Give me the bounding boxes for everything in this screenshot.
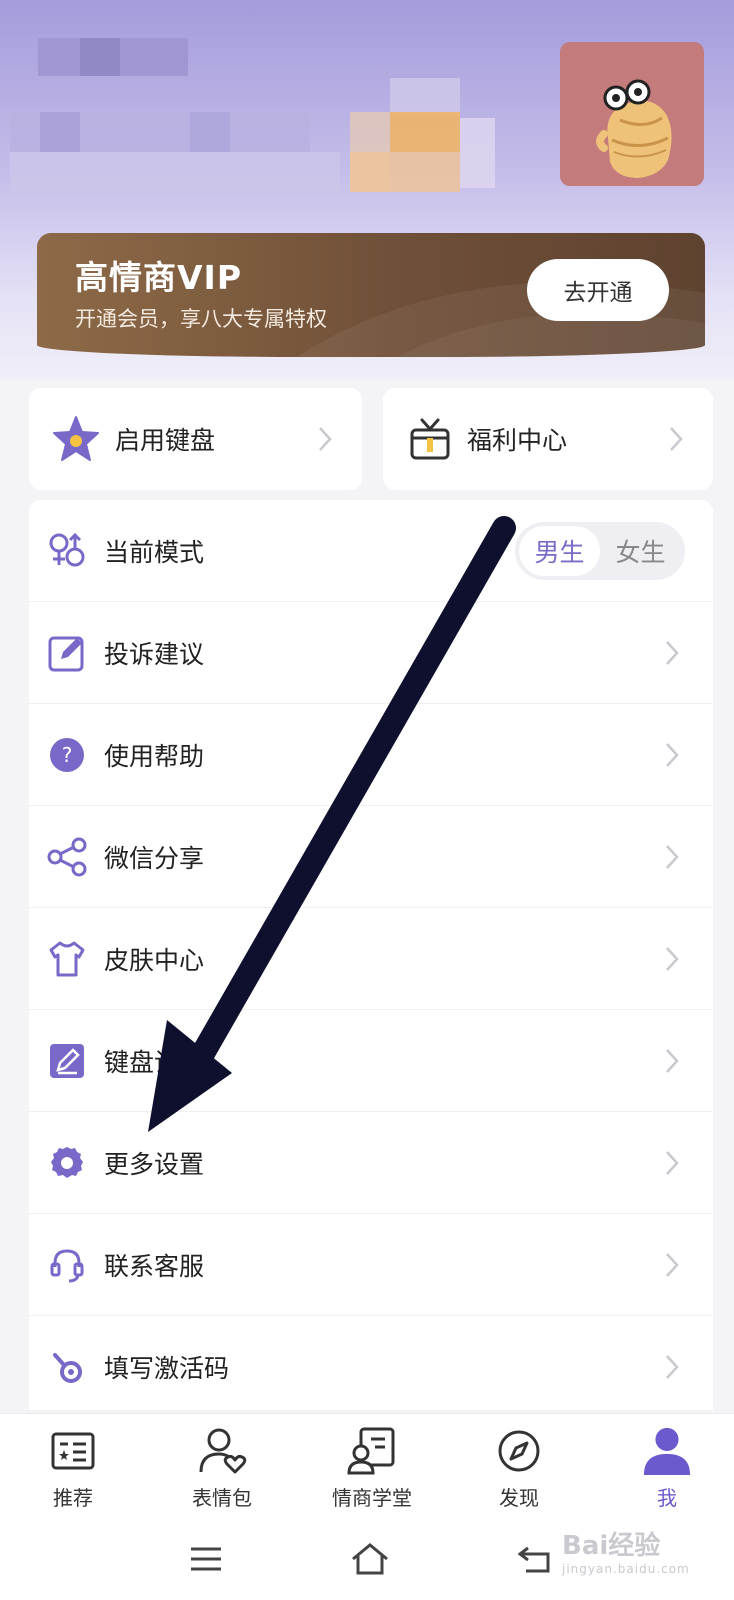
compass-icon bbox=[494, 1426, 544, 1476]
tab-label: 表情包 bbox=[192, 1486, 252, 1510]
star-keyboard-icon bbox=[51, 414, 101, 464]
watermark-brand: Bai经验 bbox=[562, 1531, 661, 1561]
vip-title: 高情商VIP bbox=[75, 258, 243, 297]
vip-subtitle: 开通会员，享八大专属特权 bbox=[75, 307, 327, 331]
home-icon[interactable] bbox=[348, 1539, 392, 1579]
vip-banner[interactable]: 高情商VIP 开通会员，享八大专属特权 去开通 bbox=[37, 233, 705, 357]
pencil-icon bbox=[47, 1041, 87, 1081]
mascot-icon bbox=[596, 79, 672, 178]
back-icon[interactable] bbox=[514, 1539, 558, 1579]
toggle-option-female[interactable]: 女生 bbox=[600, 526, 681, 576]
chevron-right-icon bbox=[665, 742, 679, 772]
menu-item-wechat-share[interactable]: 微信分享 bbox=[29, 806, 713, 908]
menu-item-help[interactable]: ? 使用帮助 bbox=[29, 704, 713, 806]
tab-eq-school[interactable]: 情商学堂 bbox=[317, 1414, 427, 1514]
chevron-right-icon bbox=[669, 426, 683, 456]
tab-stickers[interactable]: 表情包 bbox=[167, 1414, 277, 1514]
svg-text:?: ? bbox=[62, 743, 73, 767]
menu-item-skin-center[interactable]: 皮肤中心 bbox=[29, 908, 713, 1010]
mode-label: 当前模式 bbox=[104, 537, 205, 567]
gear-icon bbox=[47, 1143, 87, 1183]
chevron-right-icon bbox=[665, 946, 679, 976]
menu-icon[interactable] bbox=[184, 1539, 228, 1579]
welfare-center-label: 福利中心 bbox=[467, 426, 568, 455]
key-icon bbox=[47, 1347, 87, 1387]
vip-open-button[interactable]: 去开通 bbox=[527, 259, 669, 321]
chevron-right-icon bbox=[318, 426, 332, 456]
menu-item-keyboard-settings[interactable]: 键盘设置 bbox=[29, 1010, 713, 1112]
tab-label: 推荐 bbox=[53, 1486, 93, 1510]
recommend-icon bbox=[48, 1426, 98, 1476]
tab-label: 情商学堂 bbox=[332, 1486, 412, 1510]
mode-row: 当前模式 男生 女生 bbox=[29, 500, 713, 602]
chevron-right-icon bbox=[665, 1354, 679, 1384]
chevron-right-icon bbox=[665, 844, 679, 874]
tab-discover[interactable]: 发现 bbox=[464, 1414, 574, 1514]
menu-item-feedback[interactable]: 投诉建议 bbox=[29, 602, 713, 704]
shirt-icon bbox=[47, 939, 87, 979]
settings-menu: 当前模式 男生 女生 投诉建议 ? 使用帮助 微信分享 皮肤中心 键盘设置 更多… bbox=[29, 500, 713, 1410]
help-icon: ? bbox=[47, 735, 87, 775]
tab-me[interactable]: 我 bbox=[612, 1414, 722, 1514]
avatar[interactable] bbox=[560, 42, 704, 186]
menu-item-label: 填写激活码 bbox=[104, 1354, 230, 1383]
share-icon bbox=[47, 837, 87, 877]
chevron-right-icon bbox=[665, 640, 679, 670]
menu-item-customer-service[interactable]: 联系客服 bbox=[29, 1214, 713, 1316]
menu-item-label: 使用帮助 bbox=[104, 741, 205, 771]
enable-keyboard-label: 启用键盘 bbox=[115, 426, 216, 455]
headset-icon bbox=[47, 1245, 87, 1285]
chevron-right-icon bbox=[665, 1150, 679, 1180]
menu-item-activation-code[interactable]: 填写激活码 bbox=[29, 1316, 713, 1410]
tab-label: 发现 bbox=[499, 1486, 539, 1510]
gender-icon bbox=[47, 531, 87, 571]
gift-icon bbox=[407, 416, 453, 462]
menu-item-label: 微信分享 bbox=[104, 843, 205, 873]
edit-note-icon bbox=[47, 633, 87, 673]
menu-item-more-settings[interactable]: 更多设置 bbox=[29, 1112, 713, 1214]
bottom-tab-bar: 推荐 表情包 情商学堂 发现 我 bbox=[0, 1413, 734, 1515]
watermark-url: jingyan.baidu.com bbox=[562, 1562, 690, 1576]
menu-item-label: 键盘设置 bbox=[104, 1047, 205, 1077]
classroom-icon bbox=[347, 1426, 397, 1476]
toggle-option-male[interactable]: 男生 bbox=[519, 526, 600, 576]
chevron-right-icon bbox=[665, 1252, 679, 1282]
menu-item-label: 投诉建议 bbox=[104, 639, 205, 669]
menu-item-label: 联系客服 bbox=[104, 1251, 205, 1281]
profile-icon bbox=[642, 1426, 692, 1476]
menu-item-label: 皮肤中心 bbox=[104, 945, 205, 975]
chevron-right-icon bbox=[665, 1048, 679, 1078]
enable-keyboard-card[interactable]: 启用键盘 bbox=[29, 388, 362, 490]
menu-item-label: 更多设置 bbox=[104, 1149, 205, 1179]
baidu-watermark: Bai经验 jingyan.baidu.com bbox=[562, 1525, 690, 1576]
sticker-user-icon bbox=[197, 1426, 247, 1476]
tab-recommend[interactable]: 推荐 bbox=[18, 1414, 128, 1514]
gender-toggle[interactable]: 男生 女生 bbox=[515, 522, 685, 580]
tab-label: 我 bbox=[657, 1486, 677, 1510]
welfare-center-card[interactable]: 福利中心 bbox=[383, 388, 713, 490]
